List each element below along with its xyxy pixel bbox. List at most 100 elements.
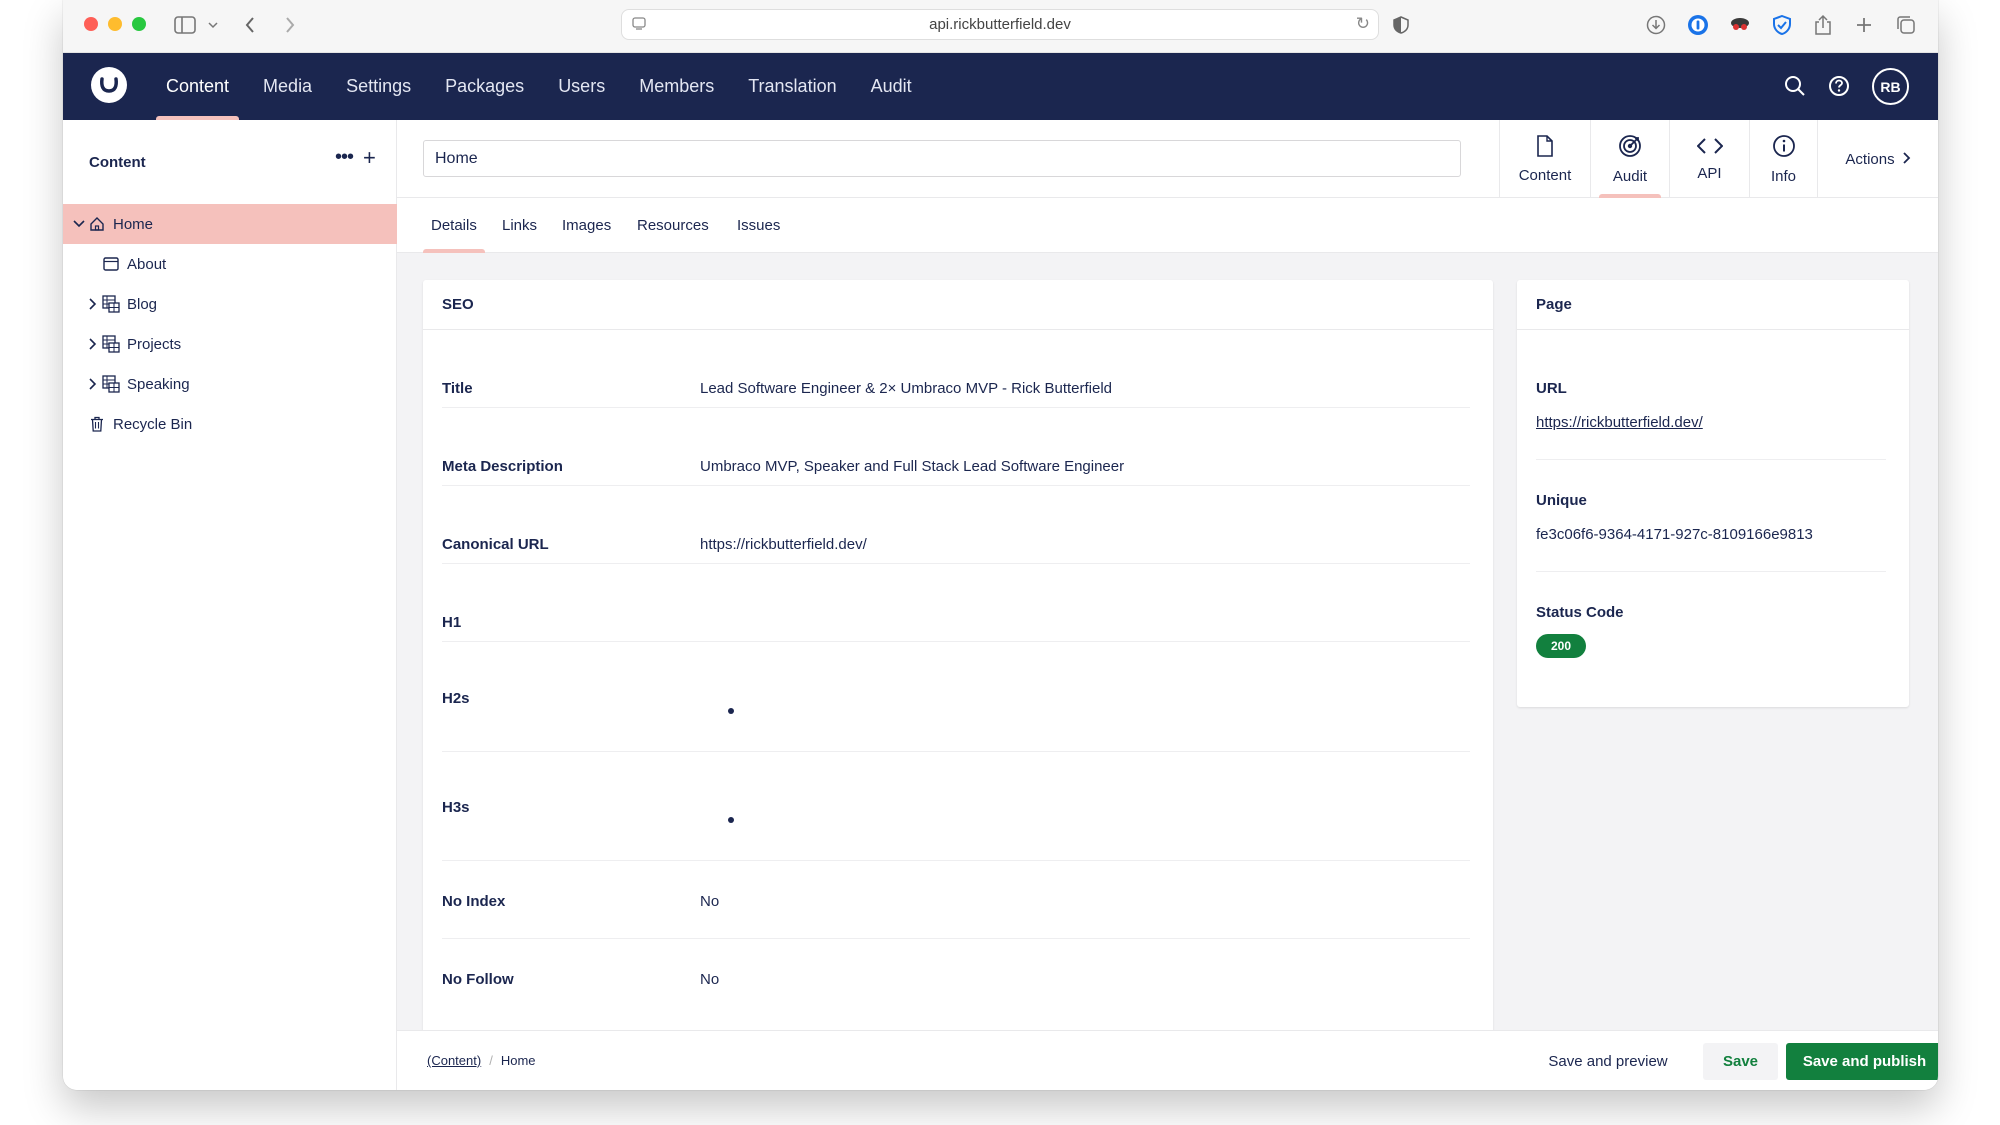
prop-label: No Follow	[442, 971, 514, 988]
close-window-button[interactable]	[84, 17, 98, 31]
chevron-down-icon[interactable]	[72, 217, 86, 231]
grid-list-icon	[102, 295, 120, 313]
prop-label: H2s	[442, 690, 470, 707]
tree-item-projects[interactable]: Projects	[63, 324, 397, 364]
section-members[interactable]: Members	[622, 53, 731, 120]
breadcrumb-root-link[interactable]: (Content)	[427, 1053, 481, 1068]
reload-icon[interactable]: ↻	[1356, 14, 1370, 34]
search-icon[interactable]	[1780, 71, 1810, 101]
breadcrumb-current: Home	[500, 1053, 536, 1068]
save-and-preview-button[interactable]: Save and preview	[1537, 1043, 1679, 1080]
list-bullet	[728, 708, 734, 714]
tab-images[interactable]: Images	[562, 198, 611, 253]
address-bar[interactable]: api.rickbutterfield.dev ↻	[621, 9, 1379, 40]
app-info[interactable]: Info	[1749, 120, 1817, 198]
minimize-window-button[interactable]	[108, 17, 122, 31]
page-url-link[interactable]: https://rickbutterfield.dev/	[1536, 414, 1703, 431]
prop-value: https://rickbutterfield.dev/	[700, 536, 867, 553]
tree-item-recycle-bin[interactable]: Recycle Bin	[63, 404, 397, 444]
tab-overview-icon[interactable]	[1893, 12, 1919, 38]
tree-item-label: Projects	[127, 335, 182, 353]
chevron-right-icon[interactable]	[86, 377, 100, 391]
help-icon[interactable]	[1824, 71, 1854, 101]
tree-item-home[interactable]: Home	[63, 204, 397, 244]
prop-row-h2s: H2s	[442, 642, 1470, 752]
editor-footer: (Content) / Home Save and preview Save S…	[397, 1030, 1938, 1090]
url-text: api.rickbutterfield.dev	[929, 16, 1071, 33]
section-packages[interactable]: Packages	[428, 53, 541, 120]
save-and-publish-button[interactable]: Save and publish	[1786, 1043, 1938, 1080]
chevron-right-icon[interactable]	[86, 297, 100, 311]
section-audit[interactable]: Audit	[854, 53, 929, 120]
tree-item-label: Speaking	[127, 375, 190, 393]
shield-icon[interactable]	[1388, 12, 1414, 38]
sidebar-toggle-icon[interactable]	[172, 12, 198, 38]
unique-id-value: fe3c06f6-9364-4171-927c-8109166e9813	[1536, 526, 1813, 543]
status-badge: 200	[1536, 634, 1586, 658]
prop-row-title: Title Lead Software Engineer & 2× Umbrac…	[442, 330, 1470, 408]
prop-value: Lead Software Engineer & 2× Umbraco MVP …	[700, 380, 1113, 397]
create-icon[interactable]: +	[363, 145, 376, 171]
chevron-down-icon[interactable]	[200, 12, 226, 38]
download-icon[interactable]	[1643, 12, 1669, 38]
trash-icon	[88, 415, 106, 433]
prop-label: H1	[442, 614, 462, 631]
tree-item-label: Home	[113, 215, 154, 233]
extension-icon[interactable]	[1727, 12, 1753, 38]
prop-row-no-index: No Index No	[442, 861, 1470, 939]
app-label: Info	[1770, 167, 1797, 185]
home-icon	[88, 215, 106, 233]
info-label: Unique	[1536, 492, 1587, 509]
code-icon	[1696, 137, 1723, 159]
app-api[interactable]: API	[1669, 120, 1749, 198]
audit-tabs: Details Links Images Resources Issues	[397, 198, 1938, 253]
tab-issues[interactable]: Issues	[737, 198, 780, 253]
seo-panel-title: SEO	[423, 280, 1493, 330]
forward-icon[interactable]	[277, 12, 303, 38]
maximize-window-button[interactable]	[132, 17, 146, 31]
breadcrumb: (Content) / Home	[427, 1053, 536, 1068]
prop-label: Meta Description	[442, 458, 563, 475]
browser-toolbar: api.rickbutterfield.dev ↻	[63, 0, 1938, 53]
section-users[interactable]: Users	[541, 53, 622, 120]
tree-item-label: Blog	[127, 295, 158, 313]
info-label: URL	[1536, 380, 1567, 397]
tree-item-blog[interactable]: Blog	[63, 284, 397, 324]
app-label: Audit	[1612, 167, 1648, 185]
app-content[interactable]: Content	[1499, 120, 1590, 198]
prop-value: No	[700, 971, 720, 988]
new-tab-icon[interactable]	[1851, 12, 1877, 38]
node-name-input[interactable]	[423, 140, 1461, 177]
umbraco-logo[interactable]	[91, 67, 127, 103]
vpn-shield-icon[interactable]	[1769, 12, 1795, 38]
section-nav: Content Media Settings Packages Users Me…	[149, 53, 929, 120]
section-translation[interactable]: Translation	[731, 53, 853, 120]
tree-item-speaking[interactable]: Speaking	[63, 364, 397, 404]
tab-links[interactable]: Links	[502, 198, 537, 253]
tab-details[interactable]: Details	[423, 198, 485, 253]
user-avatar[interactable]: RB	[1872, 68, 1909, 105]
chevron-right-icon[interactable]	[86, 337, 100, 351]
back-icon[interactable]	[237, 12, 263, 38]
tree-item-about[interactable]: About	[63, 244, 397, 284]
prop-value: Umbraco MVP, Speaker and Full Stack Lead…	[700, 458, 1125, 475]
backoffice-header: Content Media Settings Packages Users Me…	[63, 53, 1938, 120]
section-settings[interactable]: Settings	[329, 53, 428, 120]
app-audit[interactable]: Audit	[1590, 120, 1669, 198]
password-manager-icon[interactable]	[1685, 12, 1711, 38]
target-icon	[1618, 134, 1642, 162]
actions-menu[interactable]: Actions	[1817, 120, 1938, 198]
save-button[interactable]: Save	[1703, 1043, 1778, 1080]
more-options-icon[interactable]: •••	[335, 146, 354, 169]
share-icon[interactable]	[1810, 12, 1836, 38]
info-row-url: URL https://rickbutterfield.dev/	[1536, 330, 1886, 460]
chevron-right-icon	[1902, 151, 1911, 168]
section-content[interactable]: Content	[149, 53, 246, 120]
site-settings-icon[interactable]	[632, 16, 646, 33]
list-bullet	[728, 817, 734, 823]
tab-resources[interactable]: Resources	[637, 198, 709, 253]
prop-row-h1: H1	[442, 564, 1470, 642]
grid-list-icon	[102, 335, 120, 353]
prop-row-canonical-url: Canonical URL https://rickbutterfield.de…	[442, 486, 1470, 564]
section-media[interactable]: Media	[246, 53, 329, 120]
